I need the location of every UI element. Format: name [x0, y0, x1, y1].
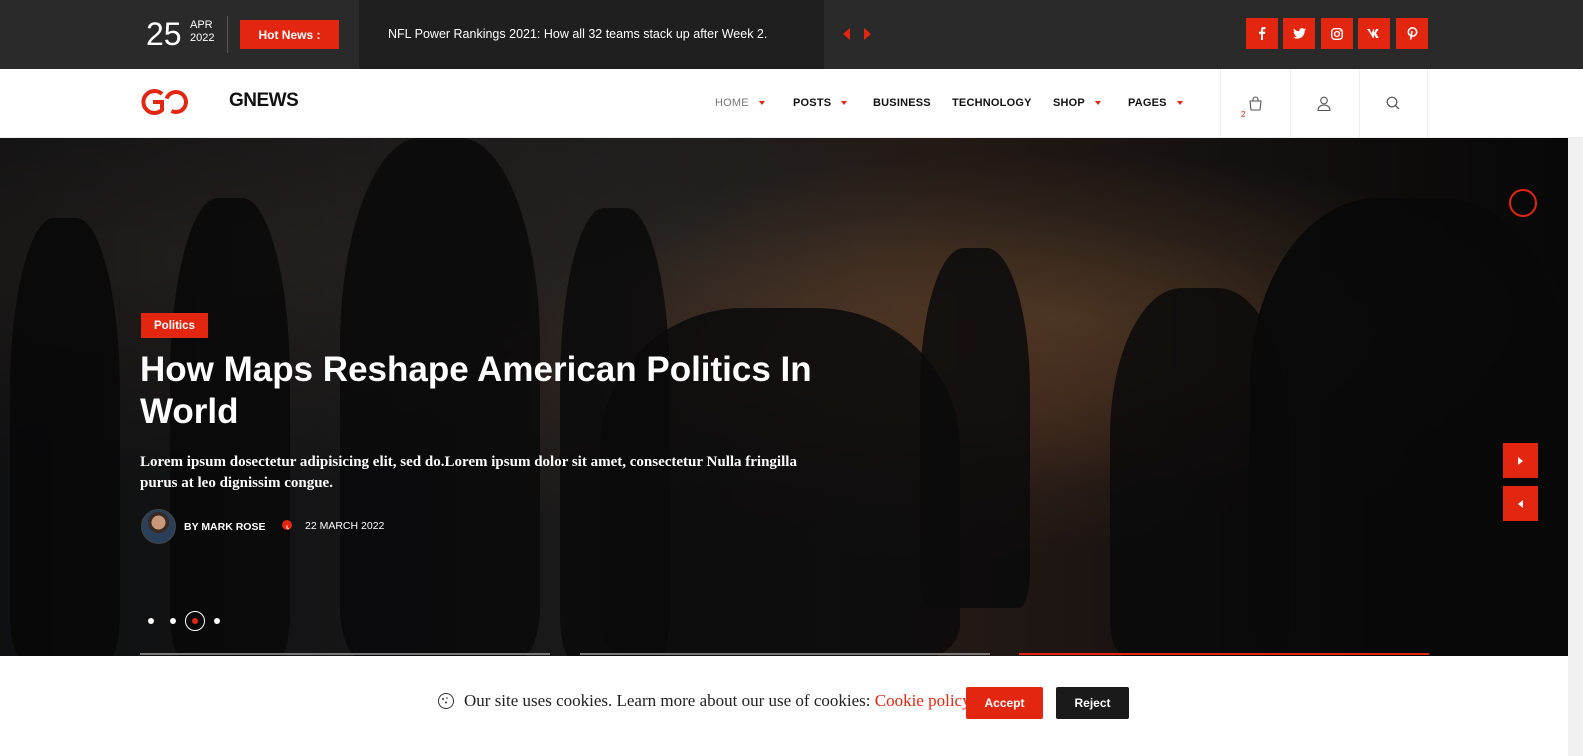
cookie-icon — [438, 693, 454, 709]
divider — [1290, 69, 1291, 138]
post-date: 22 MARCH 2022 — [305, 520, 385, 532]
date-day: 25 — [146, 16, 182, 52]
cart-icon[interactable] — [1245, 93, 1265, 113]
author-avatar[interactable] — [141, 509, 176, 544]
cookie-message: Our site uses cookies. Learn more about … — [464, 691, 971, 711]
date-month-year: APR 2022 — [190, 19, 214, 45]
nav-posts[interactable]: POSTS — [793, 97, 848, 109]
ticker-headline[interactable]: NFL Power Rankings 2021: How all 32 team… — [388, 27, 767, 41]
logo-icon[interactable] — [140, 88, 190, 116]
date-month: APR — [190, 19, 213, 31]
nav-technology[interactable]: TECHNOLOGY — [952, 97, 1032, 109]
chevron-down-icon — [758, 101, 765, 105]
slider-next-button[interactable] — [1503, 443, 1538, 478]
divider — [1220, 69, 1221, 138]
slider-dot[interactable] — [148, 618, 154, 624]
chevron-left-icon — [1518, 499, 1523, 508]
slider-prev-button[interactable] — [1503, 486, 1538, 521]
ticker-next-icon[interactable] — [864, 28, 871, 40]
hero-excerpt: Lorem ipsum dosectetur adipisicing elit,… — [140, 454, 797, 491]
category-badge[interactable]: Politics — [141, 313, 208, 338]
divider — [1359, 69, 1360, 138]
nav-business-label: BUSINESS — [873, 97, 931, 109]
facebook-icon[interactable] — [1246, 18, 1278, 49]
scrollbar[interactable] — [1568, 138, 1583, 756]
cookie-policy-link[interactable]: Cookie policy — [875, 691, 971, 710]
accept-button[interactable]: Accept — [966, 687, 1043, 719]
cookie-text: Our site uses cookies. Learn more about … — [464, 691, 875, 710]
chevron-down-icon — [1176, 101, 1183, 105]
top-bar: 25 APR 2022 Hot News : NFL Power Ranking… — [0, 0, 1583, 69]
twitter-icon[interactable] — [1283, 18, 1315, 49]
user-icon[interactable] — [1314, 93, 1334, 113]
nav-home-label: HOME — [715, 97, 749, 109]
nav-home[interactable]: HOME — [715, 97, 765, 109]
nav-posts-label: POSTS — [793, 97, 832, 109]
chevron-down-icon — [841, 101, 848, 105]
logo-text[interactable]: GNEWS — [229, 90, 299, 112]
vk-icon[interactable] — [1358, 18, 1390, 49]
author-name[interactable]: BY MARK ROSE — [184, 521, 265, 533]
pinterest-icon[interactable] — [1396, 18, 1428, 49]
hero-title[interactable]: How Maps Reshape American Politics In Wo… — [140, 349, 860, 433]
slider-dot[interactable] — [170, 618, 176, 624]
search-icon[interactable] — [1383, 93, 1403, 113]
date-year: 2022 — [190, 32, 215, 44]
divider — [140, 653, 550, 655]
cart-count-badge: 2 — [1241, 110, 1246, 119]
slider-dot[interactable] — [214, 618, 220, 624]
chevron-right-icon — [1518, 456, 1523, 465]
nav-shop-label: SHOP — [1053, 97, 1085, 109]
divider — [580, 653, 990, 655]
clock-icon — [282, 520, 292, 530]
ticker-prev-icon[interactable] — [843, 28, 850, 40]
divider — [227, 16, 228, 53]
divider — [1427, 69, 1428, 138]
circle-icon[interactable] — [1509, 189, 1537, 217]
hot-news-label: Hot News : — [240, 20, 339, 49]
nav-technology-label: TECHNOLOGY — [952, 97, 1032, 109]
instagram-icon[interactable] — [1321, 18, 1353, 49]
divider — [1019, 653, 1429, 655]
slider-dot-active-center — [192, 618, 198, 624]
nav-shop[interactable]: SHOP — [1053, 97, 1101, 109]
nav-business[interactable]: BUSINESS — [873, 97, 931, 109]
nav-pages-label: PAGES — [1128, 97, 1167, 109]
main-header: GNEWS HOME POSTS BUSINESS TECHNOLOGY SHO… — [0, 69, 1583, 138]
reject-button[interactable]: Reject — [1056, 687, 1129, 719]
nav-pages[interactable]: PAGES — [1128, 97, 1183, 109]
chevron-down-icon — [1094, 101, 1101, 105]
